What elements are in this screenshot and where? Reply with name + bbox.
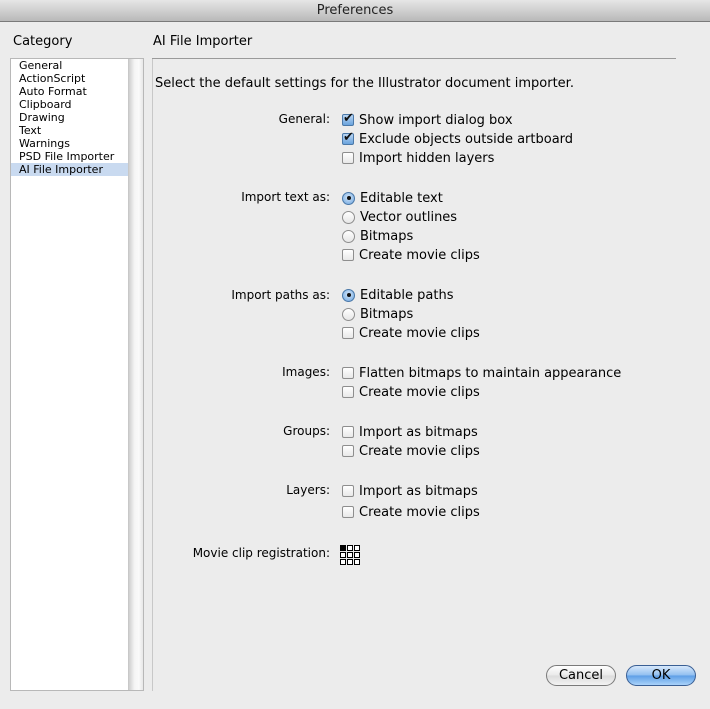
groups-create-movie-clips-checkbox[interactable]: Create movie clips xyxy=(342,443,480,459)
ok-button[interactable]: OK xyxy=(626,665,696,686)
panel-description: Select the default settings for the Illu… xyxy=(155,76,574,91)
category-item-text[interactable]: Text xyxy=(11,124,130,137)
radio-icon[interactable] xyxy=(342,307,355,321)
option-label: Create movie clips xyxy=(359,384,480,400)
checkbox-icon[interactable] xyxy=(342,152,354,164)
option-label: Vector outlines xyxy=(360,209,458,225)
category-list[interactable]: General ActionScript Auto Format Clipboard D… xyxy=(10,58,144,691)
category-list-items: General ActionScript Auto Format Clipboard D… xyxy=(11,59,130,690)
paths-label: Import paths as: xyxy=(231,288,330,302)
checkbox-icon[interactable] xyxy=(342,327,354,339)
checkbox-checked-icon[interactable] xyxy=(342,130,354,145)
option-label: Import as bitmaps xyxy=(359,483,478,499)
panel-divider xyxy=(152,58,676,59)
registration-point-top-left[interactable] xyxy=(340,545,346,551)
radio-selected-icon[interactable] xyxy=(342,191,355,205)
paths-editable-paths-radio[interactable]: Editable paths xyxy=(342,287,453,303)
option-label: Create movie clips xyxy=(359,504,480,520)
category-heading: Category xyxy=(13,34,73,49)
images-flatten-bitmaps-to-maintain-appearance-checkbox[interactable]: Flatten bitmaps to maintain appearance xyxy=(342,365,621,381)
checkbox-icon[interactable] xyxy=(342,445,354,457)
checkbox-icon[interactable] xyxy=(342,426,354,438)
registration-point-bottom-center[interactable] xyxy=(347,559,353,565)
images-create-movie-clips-checkbox[interactable]: Create movie clips xyxy=(342,384,480,400)
images-label: Images: xyxy=(282,365,330,379)
option-label: Exclude objects outside artboard xyxy=(359,131,574,147)
option-label: Import as bitmaps xyxy=(359,424,478,440)
window-title: Preferences xyxy=(316,3,394,18)
category-item-psd-file-importer[interactable]: PSD File Importer xyxy=(11,150,130,163)
panel-left-border xyxy=(152,59,153,691)
category-item-warnings[interactable]: Warnings xyxy=(11,137,130,150)
category-item-general[interactable]: General xyxy=(11,59,130,72)
radio-icon[interactable] xyxy=(342,229,355,243)
text-bitmaps-radio[interactable]: Bitmaps xyxy=(342,228,413,244)
checkbox-icon[interactable] xyxy=(342,367,354,379)
paths-bitmaps-radio[interactable]: Bitmaps xyxy=(342,306,413,322)
cancel-button[interactable]: Cancel xyxy=(546,665,616,686)
panel-title: AI File Importer xyxy=(153,34,253,49)
option-label: Bitmaps xyxy=(360,306,414,322)
checkbox-checked-icon[interactable] xyxy=(342,111,354,126)
category-item-ai-file-importer[interactable]: AI File Importer xyxy=(11,163,130,176)
general-exclude-objects-outside-artboard-checkbox[interactable]: Exclude objects outside artboard xyxy=(342,130,574,147)
general-show-import-dialog-box-checkbox[interactable]: Show import dialog box xyxy=(342,111,513,128)
radio-icon[interactable] xyxy=(342,210,355,224)
option-label: Editable text xyxy=(360,190,443,206)
text-vector-outlines-radio[interactable]: Vector outlines xyxy=(342,209,457,225)
registration-point-center[interactable] xyxy=(347,552,353,558)
option-label: Editable paths xyxy=(360,287,454,303)
option-label: Bitmaps xyxy=(360,228,414,244)
checkbox-icon[interactable] xyxy=(342,386,354,398)
category-item-actionscript[interactable]: ActionScript xyxy=(11,72,130,85)
option-label: Create movie clips xyxy=(359,443,480,459)
checkbox-icon[interactable] xyxy=(342,485,354,497)
category-item-drawing[interactable]: Drawing xyxy=(11,111,130,124)
checkbox-icon[interactable] xyxy=(342,249,354,261)
groups-import-as-bitmaps-checkbox[interactable]: Import as bitmaps xyxy=(342,424,478,440)
text-editable-text-radio[interactable]: Editable text xyxy=(342,190,443,206)
layers-create-movie-clips-checkbox[interactable]: Create movie clips xyxy=(342,504,480,520)
option-label: Show import dialog box xyxy=(359,112,513,128)
registration-point-middle-right[interactable] xyxy=(354,552,360,558)
groups-label: Groups: xyxy=(283,424,330,438)
registration-grid[interactable] xyxy=(340,545,360,565)
layers-import-as-bitmaps-checkbox[interactable]: Import as bitmaps xyxy=(342,483,478,499)
general-label: General: xyxy=(278,112,330,126)
layers-label: Layers: xyxy=(286,483,330,497)
category-item-clipboard[interactable]: Clipboard xyxy=(11,98,130,111)
category-scrollbar[interactable] xyxy=(128,59,143,690)
radio-selected-icon[interactable] xyxy=(342,288,355,302)
checkbox-icon[interactable] xyxy=(342,506,354,518)
text-create-movie-clips-checkbox[interactable]: Create movie clips xyxy=(342,247,480,263)
registration-point-middle-left[interactable] xyxy=(340,552,346,558)
general-import-hidden-layers-checkbox[interactable]: Import hidden layers xyxy=(342,150,494,166)
text-label: Import text as: xyxy=(241,190,330,204)
registration-point-top-center[interactable] xyxy=(347,545,353,551)
option-label: Flatten bitmaps to maintain appearance xyxy=(359,365,622,381)
category-item-auto-format[interactable]: Auto Format xyxy=(11,85,130,98)
registration-point-top-right[interactable] xyxy=(354,545,360,551)
registration-label: Movie clip registration: xyxy=(192,546,330,560)
option-label: Create movie clips xyxy=(359,247,480,263)
registration-point-bottom-left[interactable] xyxy=(340,559,346,565)
paths-create-movie-clips-checkbox[interactable]: Create movie clips xyxy=(342,325,480,341)
registration-point-bottom-right[interactable] xyxy=(354,559,360,565)
option-label: Create movie clips xyxy=(359,325,480,341)
window-titlebar: Preferences xyxy=(0,0,710,22)
option-label: Import hidden layers xyxy=(359,150,495,166)
